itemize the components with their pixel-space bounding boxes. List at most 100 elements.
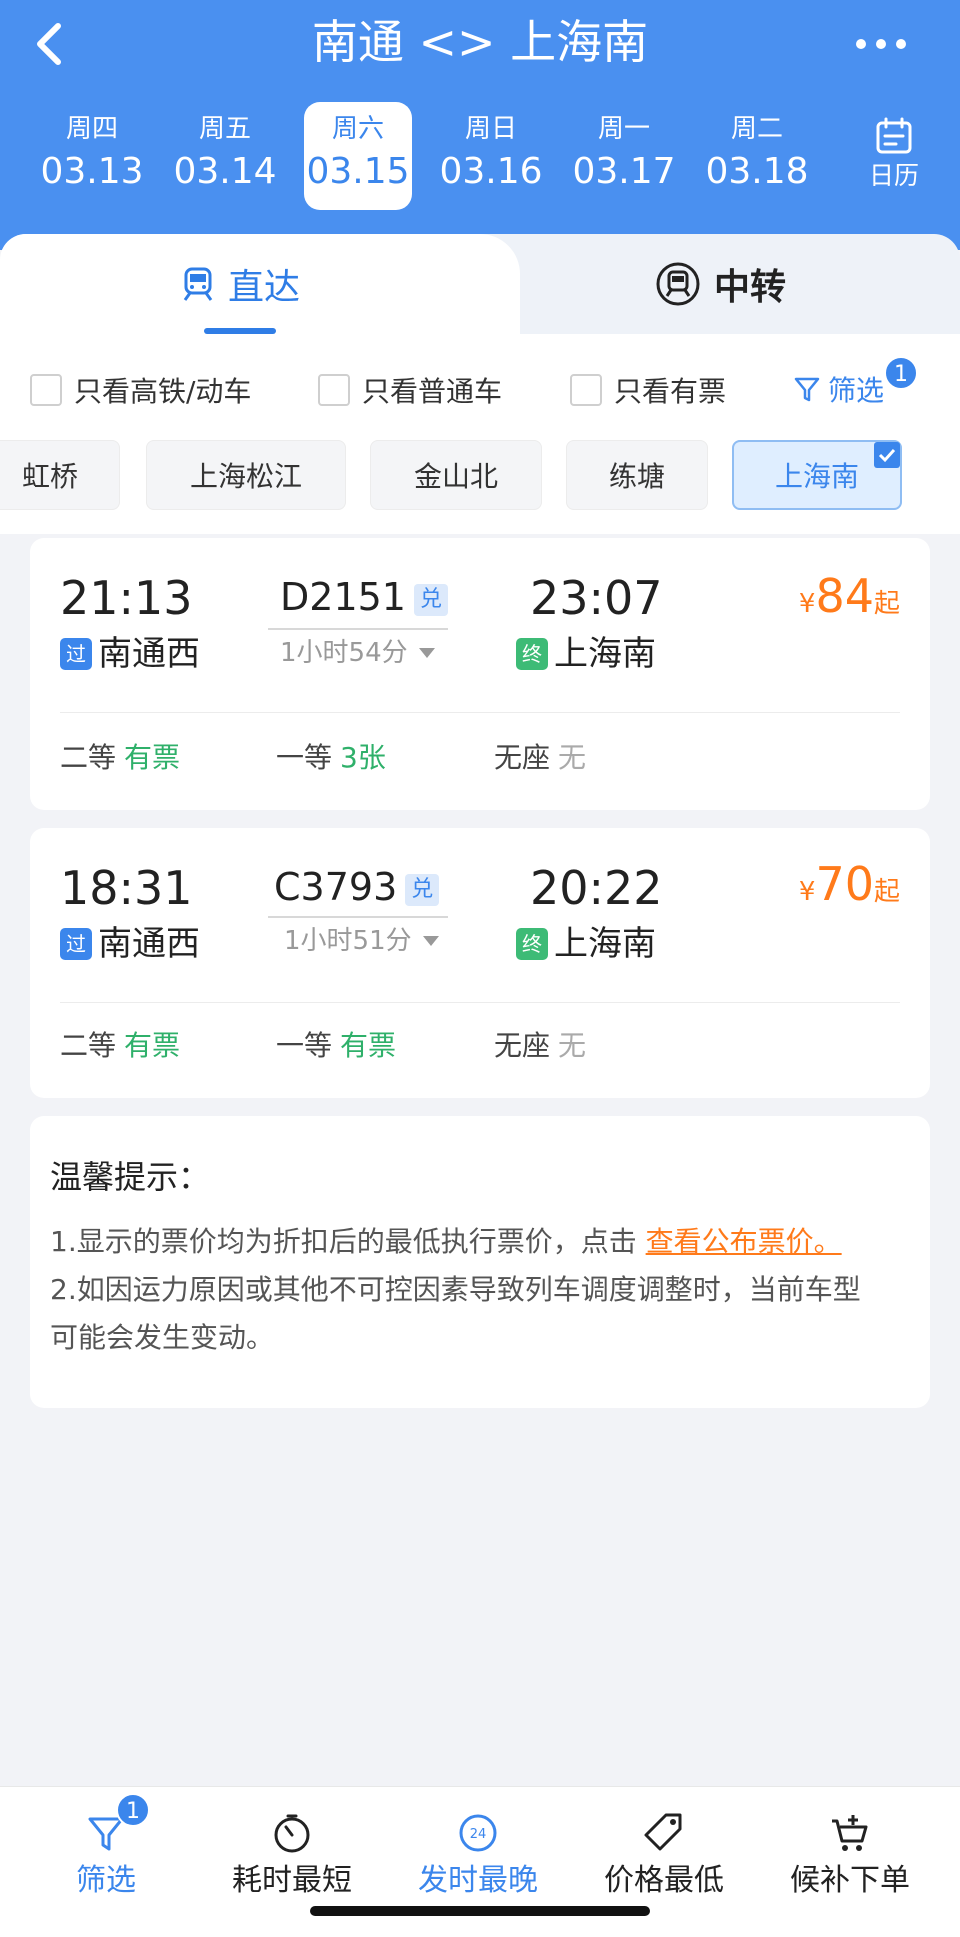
seat-status: 3张 [340, 741, 386, 774]
header: 南通 <> 上海南 周四 03.13 周五 03.14 周六 03.15 周日 … [0, 0, 960, 250]
check-icon [874, 442, 900, 468]
station-chip-label: 虹桥 [21, 460, 78, 493]
checkbox[interactable] [318, 374, 350, 406]
sort-shortest-button[interactable]: 耗时最短 [196, 1787, 388, 1917]
checkbox-label: 只看高铁/动车 [74, 375, 252, 408]
checkbox[interactable] [30, 374, 62, 406]
station-chip-label: 金山北 [413, 460, 498, 493]
bottom-filter-button[interactable]: 筛选 1 [10, 1787, 202, 1917]
station-filter-row: 虹桥 上海松江 金山北 练塘 上海南 [0, 440, 960, 528]
train-card[interactable]: 18:31 C3793 兑 1小时51分 20:22 ¥70起 过 南通西 终 上… [30, 828, 930, 1098]
filter-count-badge: 1 [884, 356, 918, 390]
train-icon [183, 267, 213, 301]
train-card[interactable]: 21:13 D2151 兑 1小时54分 23:07 ¥84起 过 南通西 终 上… [30, 538, 930, 810]
date-value: 03.15 [306, 151, 410, 192]
train-number-text: C3793 [274, 865, 398, 909]
sort-shortest-label: 耗时最短 [232, 1863, 352, 1898]
filter-regular-only[interactable]: 只看普通车 [318, 368, 502, 412]
station-chip-songjiang[interactable]: 上海松江 [146, 440, 346, 510]
funnel-icon [794, 377, 820, 402]
waitlist-button[interactable]: 候补下单 [754, 1787, 946, 1917]
seat-class: 无座 [494, 741, 551, 774]
station-chip-jinshanbei[interactable]: 金山北 [370, 440, 542, 510]
notice-text: 1.显示的票价均为折扣后的最低执行票价，点击 [50, 1225, 646, 1258]
filter-button[interactable]: 筛选 1 [792, 356, 918, 414]
currency-symbol: ¥ [798, 589, 816, 619]
date-item-0313[interactable]: 周四 03.13 [38, 102, 146, 210]
notice-line-3: 可能会发生变动。 [50, 1321, 275, 1354]
station-chip-label: 上海松江 [189, 460, 302, 493]
sort-cheapest-button[interactable]: 价格最低 [568, 1787, 760, 1917]
price-value: 84 [815, 569, 874, 623]
exchange-badge: 兑 [413, 584, 448, 616]
seat-status: 无 [558, 741, 587, 774]
duration-text: 1小时54分 [280, 638, 408, 668]
seat-first-class: 一等 3张 [276, 738, 386, 778]
price-suffix: 起 [873, 589, 900, 619]
calendar-icon [876, 117, 912, 154]
price-tag-icon [644, 1813, 682, 1851]
filter-available-only[interactable]: 只看有票 [570, 368, 726, 412]
filter-highspeed-only[interactable]: 只看高铁/动车 [30, 368, 251, 412]
departure-station: 过 南通西 [60, 632, 200, 676]
tab-transfer[interactable]: 中转 [520, 234, 920, 334]
checkbox[interactable] [570, 374, 602, 406]
seat-status: 有票 [340, 1029, 397, 1062]
duration[interactable]: 1小时54分 [280, 636, 438, 670]
more-icon [856, 39, 906, 49]
seat-class: 无座 [494, 1029, 551, 1062]
filter-button-label: 筛选 [828, 374, 885, 407]
divider [60, 1002, 900, 1003]
price: ¥84起 [799, 568, 900, 635]
checkbox-label: 只看有票 [614, 375, 727, 408]
station-chip-hongqiao[interactable]: 虹桥 [0, 440, 120, 510]
date-item-0315[interactable]: 周六 03.15 [304, 102, 412, 210]
pass-through-badge: 过 [60, 928, 92, 960]
date-value: 03.17 [572, 151, 676, 192]
departure-station-name: 南通西 [98, 634, 200, 674]
sort-latest-button[interactable]: 24 发时最晚 [382, 1787, 574, 1917]
triangle-down-icon [422, 936, 439, 946]
tab-bar: 直达 中转 [0, 234, 960, 334]
currency-symbol: ¥ [798, 877, 816, 907]
date-item-0316[interactable]: 周日 03.16 [437, 102, 545, 210]
price-value: 70 [815, 857, 874, 911]
sort-latest-label: 发时最晚 [418, 1863, 538, 1898]
calendar-label: 日历 [868, 161, 919, 190]
more-button[interactable] [846, 14, 916, 74]
arrival-time: 23:07 [530, 571, 663, 625]
date-item-0314[interactable]: 周五 03.14 [171, 102, 279, 210]
seat-class: 二等 [60, 741, 117, 774]
transfer-train-icon [656, 262, 700, 306]
station-chip-liantang[interactable]: 练塘 [566, 440, 708, 510]
notice-line-1: 1.显示的票价均为折扣后的最低执行票价，点击 查看公布票价。 [50, 1218, 930, 1266]
divider [60, 712, 900, 713]
date-item-0317[interactable]: 周一 03.17 [570, 102, 678, 210]
date-weekday: 周四 [65, 114, 118, 144]
calendar-button[interactable]: 日历 [852, 102, 936, 210]
seat-status: 无 [558, 1029, 587, 1062]
tab-direct[interactable]: 直达 [0, 234, 480, 334]
price: ¥70起 [799, 856, 900, 923]
notice-title: 温馨提示： [50, 1158, 211, 1196]
seat-status: 有票 [124, 1029, 181, 1062]
home-indicator[interactable] [310, 1906, 650, 1916]
published-price-link[interactable]: 查看公布票价。 [646, 1225, 842, 1258]
date-weekday: 周二 [730, 114, 783, 144]
date-value: 03.16 [439, 151, 543, 192]
page-title: 南通 <> 上海南 [311, 15, 649, 69]
station-chip-shanghainan[interactable]: 上海南 [732, 440, 902, 510]
notice-card: 温馨提示： 1.显示的票价均为折扣后的最低执行票价，点击 查看公布票价。 2.如… [30, 1116, 930, 1408]
tab-direct-label: 直达 [227, 267, 300, 308]
date-item-0318[interactable]: 周二 03.18 [703, 102, 811, 210]
seat-first-class: 一等 有票 [276, 1026, 396, 1066]
date-weekday: 周六 [331, 114, 384, 144]
arrival-station: 终 上海南 [516, 632, 656, 676]
date-value: 03.14 [173, 151, 277, 192]
date-selector: 周四 03.13 周五 03.14 周六 03.15 周日 03.16 周一 0… [0, 102, 960, 212]
station-chip-label: 练塘 [608, 460, 665, 493]
seat-second-class: 二等 有票 [60, 1026, 180, 1066]
duration[interactable]: 1小时51分 [284, 924, 442, 958]
seat-second-class: 二等 有票 [60, 738, 180, 778]
cart-plus-icon [832, 1815, 868, 1851]
